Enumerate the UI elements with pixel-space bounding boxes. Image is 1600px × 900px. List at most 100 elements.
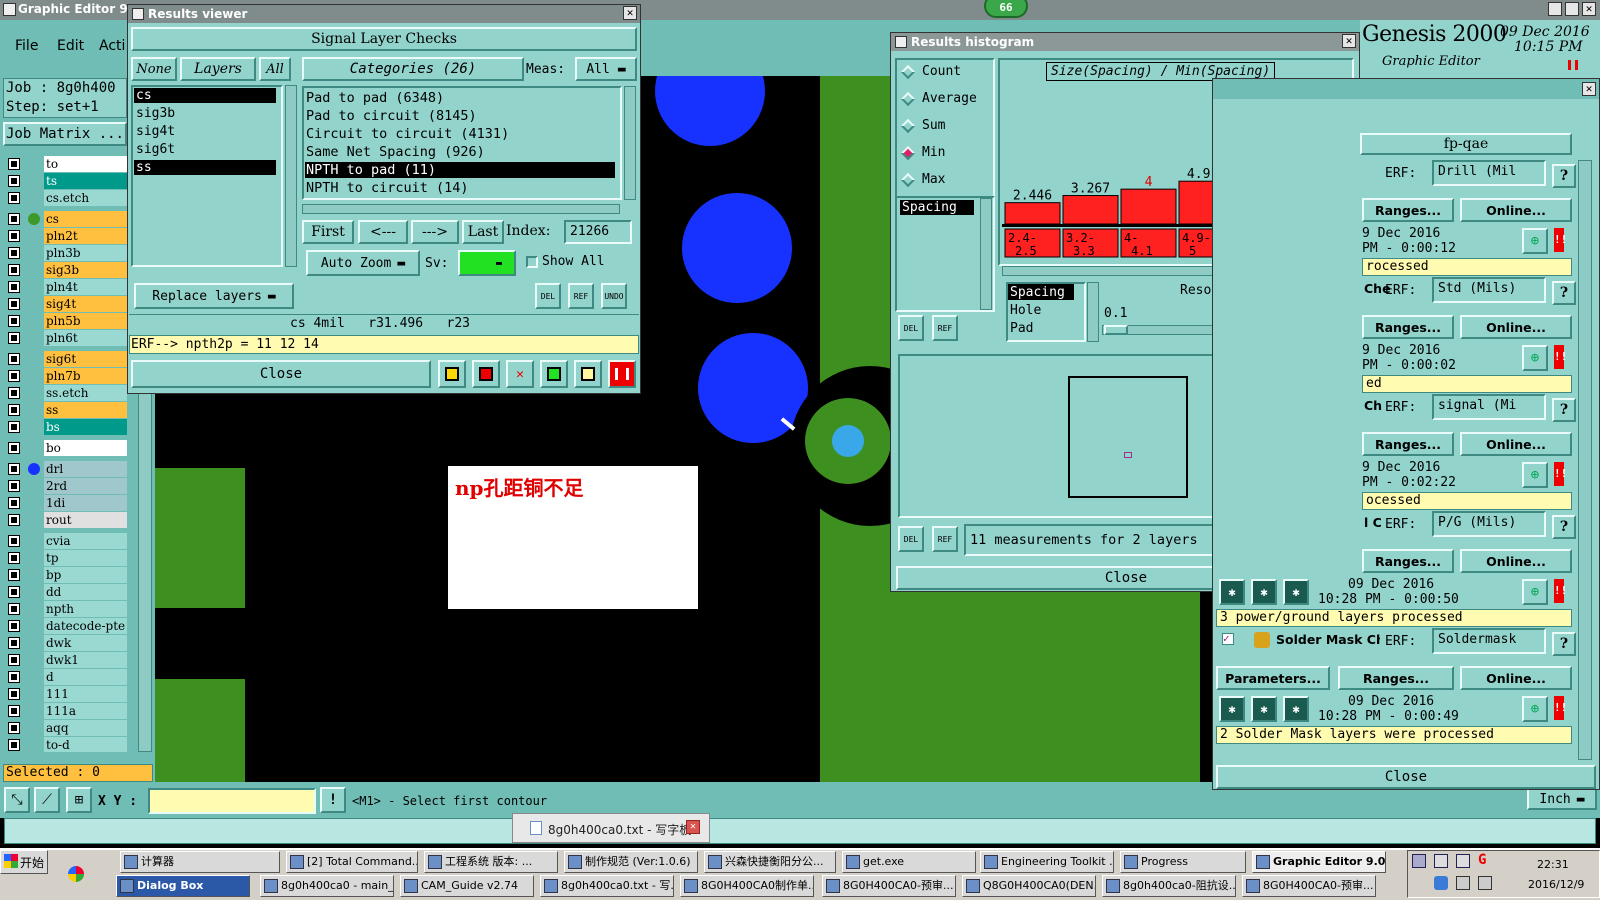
layer-row[interactable]: pln7b (6, 368, 127, 384)
layer-name[interactable]: pln2t (44, 228, 127, 244)
alert-icon[interactable]: !! (1554, 462, 1567, 486)
stat-option[interactable]: Count (922, 64, 961, 79)
layer-name[interactable]: d (44, 669, 127, 685)
online-button[interactable]: Online... (1460, 315, 1572, 339)
check-done-icon[interactable]: ✓ (1222, 633, 1234, 645)
layer-name[interactable]: 1di (44, 495, 127, 511)
layer-row[interactable]: dwk1 (6, 652, 127, 668)
prev-button[interactable]: <--- (358, 220, 408, 244)
rv-layer-item[interactable]: sig4t (136, 124, 175, 139)
resolution-slider-thumb[interactable] (1104, 325, 1128, 335)
layer-name[interactable]: 111 (44, 686, 127, 702)
tray-icon-2[interactable] (1434, 854, 1448, 868)
layer-checkbox[interactable] (8, 463, 20, 475)
layer-checkbox[interactable] (8, 192, 20, 204)
zoom-icon[interactable]: ⊕ (1522, 462, 1548, 488)
histogram-bar[interactable] (1062, 195, 1119, 225)
layer-checkbox[interactable] (8, 387, 20, 399)
layer-row[interactable]: datecode-pte (6, 618, 127, 634)
layer-checkbox[interactable] (8, 281, 20, 293)
layer-checkbox[interactable] (8, 586, 20, 598)
layer-checkbox[interactable] (8, 739, 20, 751)
layer-name[interactable]: pln5b (44, 313, 127, 329)
zoom-icon[interactable]: ⊕ (1522, 228, 1548, 254)
layer-row[interactable]: pln4t (6, 279, 127, 295)
none-button[interactable]: None (131, 57, 177, 81)
replace-layers-button[interactable]: Replace layers ▬ (134, 283, 294, 309)
taskbar-item[interactable]: get.exe (842, 851, 976, 873)
layer-name[interactable]: pln3b (44, 245, 127, 261)
alert-icon[interactable]: !! (1554, 696, 1567, 720)
layer-checkbox[interactable] (8, 370, 20, 382)
rv-close-button[interactable]: Close (131, 360, 431, 388)
zoom-icon[interactable]: ⊕ (1522, 345, 1548, 371)
layer-name[interactable]: ts (44, 173, 127, 189)
rv-layer-item[interactable]: cs (136, 88, 152, 103)
exclude-icon[interactable]: ✕ (506, 360, 534, 388)
tray-icon-6[interactable] (1456, 876, 1470, 890)
erf-select[interactable]: P/G (Mils) (1432, 511, 1546, 537)
layer-row[interactable]: bo (6, 440, 127, 456)
rv-layer-item[interactable]: sig3b (136, 106, 175, 121)
maximize-icon[interactable] (1565, 2, 1579, 16)
layer-checkbox[interactable] (8, 654, 20, 666)
layer-checkbox[interactable] (8, 514, 20, 526)
taskbar-item[interactable]: 制作规范 (Ver:1.0.6) (564, 851, 698, 873)
category-item[interactable]: NPTH to circuit (14) (306, 180, 469, 196)
layer-name[interactable]: aqq (44, 720, 127, 736)
ranges-button[interactable]: Ranges... (1362, 549, 1454, 573)
layer-row[interactable]: ss (6, 402, 127, 418)
erf-select[interactable]: Soldermask (1432, 628, 1546, 654)
online-button[interactable]: Online... (1460, 666, 1572, 690)
layer-row[interactable]: sig4t (6, 296, 127, 312)
undo-icon[interactable]: UNDO (601, 283, 627, 309)
results-viewer-close-icon[interactable]: ✕ (623, 6, 637, 20)
alert-icon[interactable]: !! (1554, 579, 1567, 603)
alert-icon[interactable]: !! (1554, 345, 1567, 369)
layer-row[interactable]: aqq (6, 720, 127, 736)
taskbar-item[interactable]: 计算器 (120, 851, 280, 873)
taskbar-item[interactable]: 8g0h400ca0.txt - 写... (540, 875, 674, 897)
quicklaunch-icon[interactable] (68, 866, 84, 882)
layer-name[interactable]: drl (44, 461, 127, 477)
layer-checkbox[interactable] (8, 722, 20, 734)
hist-del2-icon[interactable]: DEL (898, 526, 924, 552)
layer-checkbox[interactable] (8, 552, 20, 564)
menu-edit[interactable]: Edit (57, 38, 84, 54)
layer-row[interactable]: dd (6, 584, 127, 600)
help-button[interactable]: ? (1552, 164, 1576, 188)
erf-select[interactable]: signal (Mi (1432, 394, 1546, 420)
layer-row[interactable]: 2rd (6, 478, 127, 494)
layer-checkbox[interactable] (8, 480, 20, 492)
layer-name[interactable]: pln4t (44, 279, 127, 295)
layer-name[interactable]: 2rd (44, 478, 127, 494)
layer-row[interactable]: bs (6, 419, 127, 435)
stat-option[interactable]: Max (922, 172, 945, 187)
layer-row[interactable]: npth (6, 601, 127, 617)
layer-name[interactable]: tp (44, 550, 127, 566)
ranges-scrollbar[interactable] (1087, 282, 1099, 342)
rv-layer-item[interactable]: ss (136, 160, 152, 175)
layer-row[interactable]: 1di (6, 495, 127, 511)
minimize-icon[interactable] (1548, 2, 1562, 16)
flag-icon[interactable]: ✱ (1283, 579, 1309, 605)
next-button[interactable]: ---> (411, 220, 459, 244)
layer-row[interactable]: pln6t (6, 330, 127, 346)
layer-name[interactable]: dd (44, 584, 127, 600)
layer-checkbox[interactable] (8, 213, 20, 225)
layer-name[interactable]: dwk1 (44, 652, 127, 668)
taskbar-item[interactable]: Progress (1120, 851, 1246, 873)
help-button[interactable]: ? (1552, 632, 1576, 656)
layer-checkbox[interactable] (8, 442, 20, 454)
layer-row[interactable]: to-d (6, 737, 127, 752)
taskbar-item[interactable]: 兴森快捷衡阳分公... (704, 851, 836, 873)
layer-name[interactable]: dwk (44, 635, 127, 651)
layer-name[interactable]: ss (44, 402, 127, 418)
tray-icon-1[interactable] (1412, 854, 1426, 868)
layer-name[interactable]: cs (44, 211, 127, 227)
step-icon[interactable]: ✱ (1251, 696, 1277, 722)
layer-row[interactable]: 111a (6, 703, 127, 719)
layer-checkbox[interactable] (8, 315, 20, 327)
ranges-item[interactable]: Hole (1010, 303, 1041, 318)
rv-layer-item[interactable]: sig6t (136, 142, 175, 157)
